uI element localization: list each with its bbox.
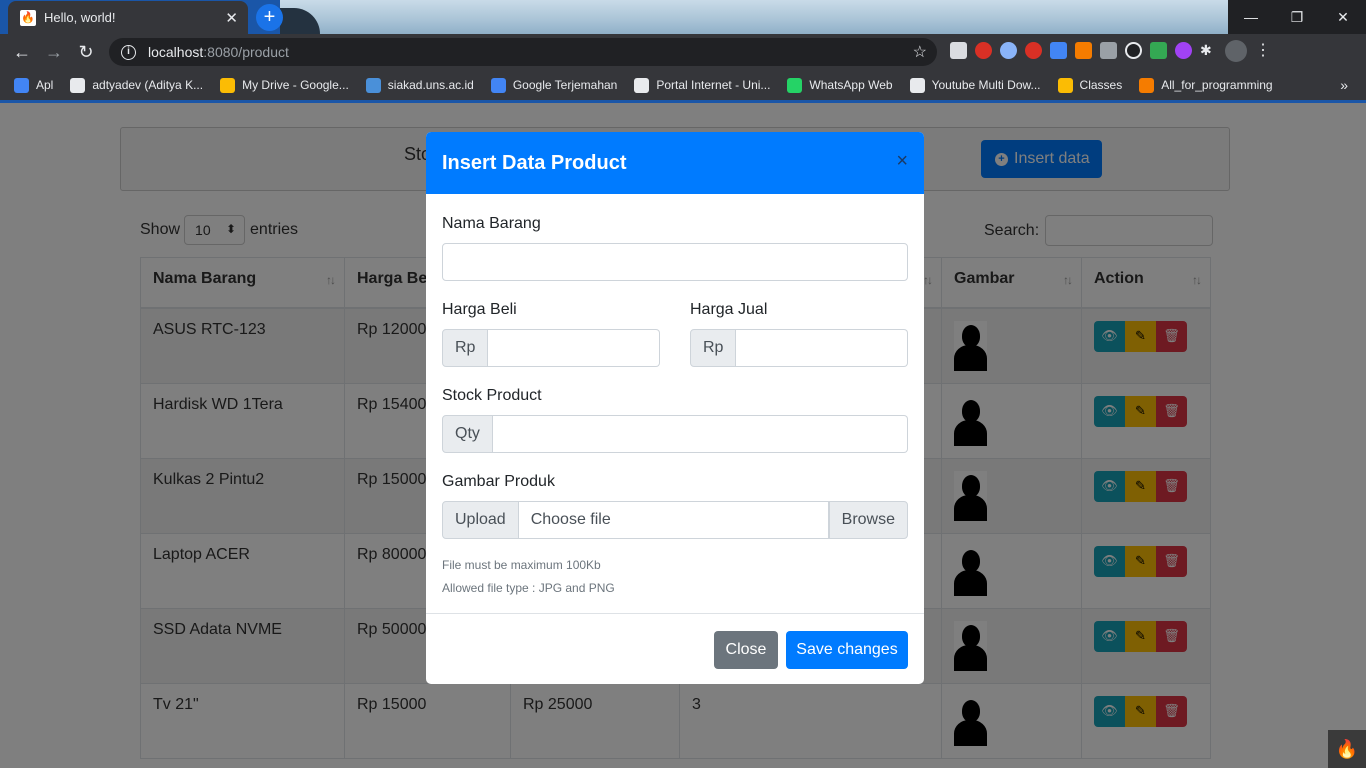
site-info-icon[interactable]: i (121, 44, 136, 60)
rp-prefix: Rp (690, 329, 737, 367)
profile-avatar[interactable] (1225, 40, 1247, 62)
bookmark-label: All_for_programming (1161, 78, 1273, 92)
modal-close-icon[interactable]: × (896, 150, 908, 173)
puzzle-extensions-icon[interactable]: ✱ (1200, 42, 1217, 59)
react-devtools-icon[interactable] (1000, 42, 1017, 59)
circle-extension-icon[interactable] (1125, 42, 1142, 59)
restore-icon[interactable]: ❐ (1274, 0, 1320, 34)
bookmark-favicon-icon (365, 77, 381, 93)
close-tab-icon[interactable]: ✕ (225, 9, 238, 27)
bookmark-favicon-icon (909, 77, 925, 93)
harga-beli-group: Rp (442, 329, 660, 367)
bookmark-favicon-icon (490, 77, 506, 93)
file-size-help: File must be maximum 100Kb (442, 558, 601, 572)
bookmark-label: Apl (36, 78, 54, 92)
bookmark-favicon-icon (1057, 77, 1073, 93)
bookmark-label: Youtube Multi Dow... (931, 78, 1041, 92)
modal-title: Insert Data Product (442, 151, 627, 174)
close-button[interactable]: Close (714, 631, 778, 669)
rp-prefix: Rp (442, 329, 489, 367)
bookmark-item[interactable]: All_for_programming (1139, 77, 1273, 93)
file-upload-group: Upload Choose file Browse (442, 501, 908, 539)
bookmark-item[interactable]: siakad.uns.ac.id (365, 77, 474, 93)
window-close-icon[interactable]: ✕ (1320, 0, 1366, 34)
bookmark-item[interactable]: Classes (1057, 77, 1123, 93)
bookmark-label: WhatsApp Web (809, 78, 893, 92)
modal-header: Insert Data Product × (426, 132, 924, 194)
extension-green-icon[interactable] (1150, 42, 1167, 59)
bookmark-favicon-icon (220, 77, 236, 93)
browser-tab[interactable]: 🔥 Hello, world! ✕ (8, 1, 248, 34)
gambar-produk-label: Gambar Produk (442, 473, 555, 490)
qty-prefix: Qty (442, 415, 493, 453)
browser-titlebar: 🔥 Hello, world! ✕ + — ❐ ✕ (0, 0, 1366, 34)
bookmark-label: siakad.uns.ac.id (387, 78, 474, 92)
new-tab-button[interactable]: + (256, 4, 283, 31)
stock-product-label: Stock Product (442, 387, 542, 404)
harga-beli-input[interactable] (488, 329, 660, 367)
more-bookmarks-icon[interactable]: » (1340, 77, 1348, 93)
harga-jual-input[interactable] (736, 329, 908, 367)
modal-footer: Close Save changes (426, 613, 924, 684)
bookmark-item[interactable]: adtyadev (Aditya K... (70, 77, 204, 93)
bookmark-item[interactable]: WhatsApp Web (787, 77, 893, 93)
bookmark-star-icon[interactable]: ☆ (913, 42, 927, 62)
page-icon[interactable] (950, 42, 967, 59)
bookmark-label: adtyadev (Aditya K... (92, 78, 204, 92)
address-bar[interactable]: i localhost:8080/product ☆ (109, 38, 937, 66)
stock-group: Qty (442, 415, 908, 453)
translate-icon[interactable] (1050, 42, 1067, 59)
extensions-bar: ✱ ⋮ (950, 40, 1272, 62)
bookmark-label: Google Terjemahan (512, 78, 618, 92)
file-input[interactable]: Choose file (518, 501, 829, 539)
bookmark-item[interactable]: Google Terjemahan (490, 77, 618, 93)
bookmark-favicon-icon (787, 77, 803, 93)
nama-barang-input[interactable] (442, 243, 908, 281)
codeigniter-toolbar-icon[interactable]: 🔥 (1328, 730, 1366, 768)
harga-jual-group: Rp (690, 329, 908, 367)
bookmark-favicon-icon (634, 77, 650, 93)
harga-beli-label: Harga Beli (442, 301, 517, 318)
bookmark-favicon-icon (1139, 77, 1155, 93)
back-icon[interactable]: ← (6, 42, 38, 63)
minimize-icon[interactable]: — (1228, 0, 1274, 34)
bookmark-item[interactable]: Apl (14, 77, 54, 93)
bookmarks-bar: Apl adtyadev (Aditya K... My Drive - Googl… (0, 70, 1366, 100)
bookmark-favicon-icon (70, 77, 86, 93)
bookmark-label: Portal Internet - Uni... (656, 78, 771, 92)
audio-icon[interactable] (1075, 42, 1092, 59)
menu-dots-icon[interactable]: ⋮ (1255, 42, 1272, 59)
insert-product-modal: Insert Data Product × Nama Barang Harga … (426, 132, 924, 684)
tab-title: Hello, world! (44, 10, 116, 25)
reload-icon[interactable]: ↻ (70, 42, 102, 63)
wallpaper-strip (280, 0, 1230, 34)
forward-icon[interactable]: → (38, 42, 70, 63)
extension-purple-icon[interactable] (1175, 42, 1192, 59)
harga-jual-label: Harga Jual (690, 301, 768, 318)
browse-button[interactable]: Browse (828, 501, 908, 539)
bookmark-item[interactable]: My Drive - Google... (220, 77, 349, 93)
bookmark-label: My Drive - Google... (242, 78, 349, 92)
upload-prefix: Upload (442, 501, 519, 539)
bookmark-item[interactable]: Youtube Multi Dow... (909, 77, 1041, 93)
drive-icon[interactable] (1100, 42, 1117, 59)
bookmark-item[interactable]: Portal Internet - Uni... (634, 77, 771, 93)
codeigniter-favicon-icon: 🔥 (20, 9, 36, 26)
save-changes-button[interactable]: Save changes (786, 631, 908, 669)
bookmark-favicon-icon (14, 77, 29, 93)
extension-red-icon[interactable] (1025, 42, 1042, 59)
url-path: :8080/product (203, 44, 289, 60)
url-host: localhost (148, 44, 204, 60)
file-type-help: Allowed file type : JPG and PNG (442, 581, 615, 595)
bookmark-label: Classes (1079, 78, 1123, 92)
window-controls: — ❐ ✕ (1228, 0, 1366, 34)
nama-barang-label: Nama Barang (442, 215, 541, 232)
adblock-icon[interactable] (975, 42, 992, 59)
stock-input[interactable] (492, 415, 908, 453)
browser-toolbar: ← → ↻ i localhost:8080/product ☆ ✱ ⋮ (0, 34, 1366, 70)
